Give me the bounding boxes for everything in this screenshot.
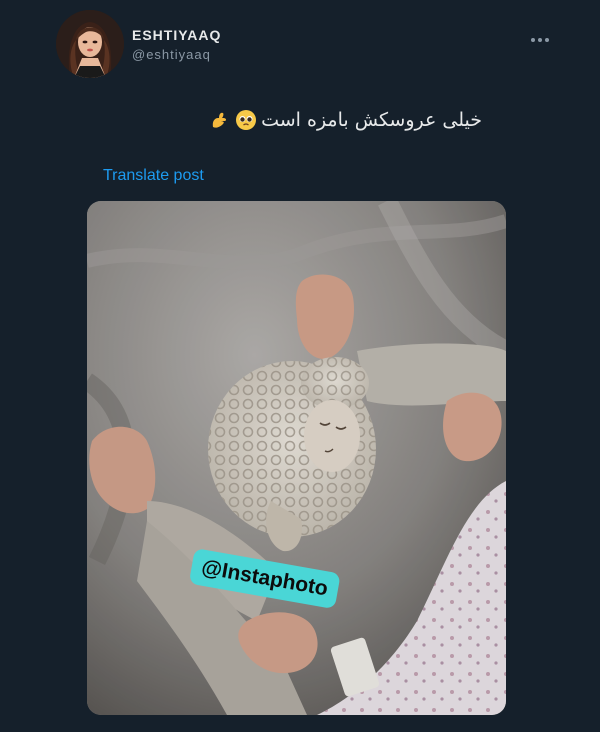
tweet-media-photo[interactable] [87, 201, 506, 715]
dot [538, 38, 542, 42]
tweet: ESHTIYAAQ @eshtiyaaq خیلی عروسکش بامزه ا… [0, 0, 600, 732]
tweet-text: خیلی عروسکش بامزه است [209, 109, 482, 131]
dot [545, 38, 549, 42]
pleading-face-emoji [236, 110, 257, 130]
pinching-hand-emoji [212, 112, 227, 128]
dot [531, 38, 535, 42]
user-handle[interactable]: @eshtiyaaq [132, 47, 211, 62]
more-options-icon[interactable] [526, 30, 554, 50]
display-name[interactable]: ESHTIYAAQ [132, 27, 221, 43]
avatar-illustration [56, 10, 124, 78]
translate-post-link[interactable]: Translate post [103, 167, 204, 185]
tweet-text-content: خیلی عروسکش بامزه است [261, 109, 482, 131]
avatar[interactable] [56, 10, 124, 78]
photo-illustration [87, 201, 506, 715]
